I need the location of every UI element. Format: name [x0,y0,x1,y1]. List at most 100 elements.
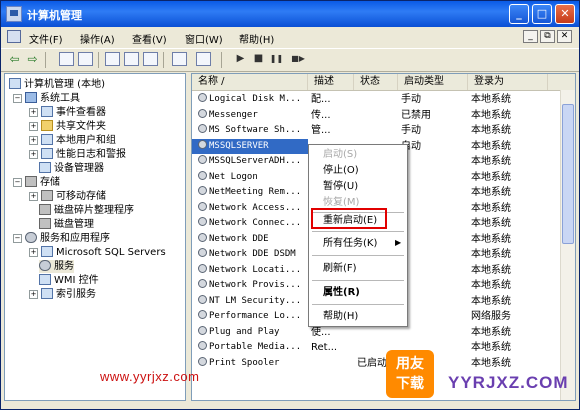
tools-icon [25,92,37,103]
restart-service-icon[interactable]: ■▶ [288,52,308,66]
menu-help[interactable]: 帮助(H) [239,31,274,46]
tree-label: 本地用户和组 [56,135,116,146]
tree-node-defrag[interactable]: 磁盘碎片整理程序 [39,204,134,217]
tree-node-disk-management[interactable]: 磁盘管理 [39,218,94,231]
up-folder-icon[interactable] [59,52,74,66]
start-service-icon[interactable]: ▶ [233,52,248,66]
menu-item-stop[interactable]: 停止(O) [323,164,359,178]
menu-view[interactable]: 查看(V) [132,31,167,46]
cell-text: 本地系统 [471,280,511,291]
expand-icon[interactable]: + [29,150,38,159]
tree-label: 磁盘管理 [54,219,94,230]
child-close-button[interactable]: ✕ [557,30,572,43]
expand-icon[interactable]: + [29,108,38,117]
expand-icon[interactable]: + [29,192,38,201]
collapse-icon[interactable]: − [13,94,22,103]
computer-management-icon [6,6,22,22]
cell-startup: 已禁用 [398,108,468,123]
table-row[interactable]: Messenger 传... 已禁用 本地系统 [192,108,575,123]
cell-startup [398,216,468,231]
menu-item-help[interactable]: 帮助(H) [323,310,358,324]
column-header-logon-as[interactable]: 登录为 [468,74,548,90]
maximize-button[interactable]: □ [532,4,552,24]
cell-text: 本地系统 [471,233,511,245]
close-button[interactable]: ✕ [555,4,575,24]
tree-node-storage[interactable]: − 存储 [13,176,60,189]
service-gear-icon [198,263,207,273]
minimize-button[interactable]: _ [509,4,529,24]
mmc-icon[interactable] [7,30,21,43]
back-icon[interactable]: ⇦ [7,52,22,66]
show-tree-icon[interactable] [78,52,93,66]
tree-node-sql-servers[interactable]: + Microsoft SQL Servers [29,246,166,259]
table-row[interactable]: Logical Disk M... 配... 手动 本地系统 [192,92,575,107]
child-minimize-button[interactable]: _ [523,30,538,43]
menu-window[interactable]: 窗口(W) [185,31,223,46]
cell-status [354,108,398,123]
pause-service-icon[interactable]: ❚❚ [269,52,284,66]
tree-node-services[interactable]: 服务 [39,260,74,273]
expand-icon[interactable]: + [29,248,38,257]
refresh-icon[interactable] [124,52,139,66]
column-header-name[interactable]: 名称 / [192,74,308,90]
properties-icon[interactable] [105,52,120,66]
service-gear-icon [198,248,207,257]
tree-node-event-viewer[interactable]: + 事件查看器 [29,106,106,119]
tree-node-removable[interactable]: + 可移动存储 [29,190,106,203]
scrollbar-thumb[interactable] [562,104,574,244]
highlight-box [311,208,387,229]
stop-service-icon[interactable]: ■ [251,52,266,66]
menu-item-refresh[interactable]: 刷新(F) [323,262,357,276]
tree-node-device-manager[interactable]: 设备管理器 [39,162,104,175]
expand-icon[interactable]: + [29,136,38,145]
help-icon[interactable] [172,52,187,66]
cell-name: Net Logon [192,170,308,185]
cell-startup: 自动 [398,139,468,154]
tree-node-shared-folders[interactable]: + 共享文件夹 [29,120,106,133]
tree-node-root[interactable]: 计算机管理 (本地) [9,78,105,91]
export-list-icon[interactable] [143,52,158,66]
column-header-status[interactable]: 状态 [354,74,398,90]
cell-desc: 传... [308,108,354,123]
menu-separator [312,304,404,305]
menu-bar: 文件(F) 操作(A) 查看(V) 窗口(W) 帮助(H) _ ⧉ ✕ [1,27,579,47]
menu-file[interactable]: 文件(F) [29,31,63,46]
cell-desc: 配... [308,92,354,107]
cell-logon: 本地系统 [468,92,548,107]
tree-node-system-tools[interactable]: − 系统工具 [13,92,80,105]
cell-text: Portable Media... [209,342,302,352]
tree-node-local-users[interactable]: + 本地用户和组 [29,134,116,147]
cell-text: 本地系统 [471,171,511,183]
menu-item-all-tasks[interactable]: 所有任务(K) [323,237,377,251]
tree-node-indexing[interactable]: + 索引服务 [29,288,96,301]
expand-icon[interactable]: + [29,122,38,131]
console-icon[interactable] [196,52,211,66]
cell-text: 本地系统 [471,357,511,369]
menu-item-pause[interactable]: 暂停(U) [323,180,358,194]
title-bar[interactable]: 计算机管理 _ □ ✕ [1,1,579,27]
vertical-scrollbar[interactable] [560,90,575,400]
child-restore-button[interactable]: ⧉ [540,30,555,43]
column-header-startup-type[interactable]: 启动类型 [398,74,468,90]
table-row[interactable]: Print Spooler 已启动 本地系统 [192,356,575,371]
cell-text: NT LM Security... [209,295,302,306]
tree-node-perf-logs[interactable]: + 性能日志和警报 [29,148,126,161]
expand-icon[interactable]: + [29,290,38,299]
cell-text: 使... [311,326,331,338]
cell-text: Print Spooler [209,357,280,368]
menu-item-properties[interactable]: 属性(R) [323,286,360,300]
menu-action[interactable]: 操作(A) [80,31,115,46]
collapse-icon[interactable]: − [13,178,22,187]
tree-label: 共享文件夹 [56,121,106,132]
table-row[interactable]: MS Software Sh... 管... 手动 本地系统 [192,123,575,138]
tree-node-wmi[interactable]: WMI 控件 [39,274,99,287]
submenu-arrow-icon: ▶ [395,238,402,247]
table-row[interactable]: Portable Media... Ret... 本地系统 [192,340,575,355]
cell-name: Network Access... [192,201,308,216]
column-header-description[interactable]: 描述 [308,74,354,90]
forward-icon[interactable]: ⇨ [25,52,40,66]
collapse-icon[interactable]: − [13,234,22,243]
tree-node-services-apps[interactable]: − 服务和应用程序 [13,232,110,245]
menu-separator [312,280,404,281]
cell-text: 本地系统 [471,140,511,152]
